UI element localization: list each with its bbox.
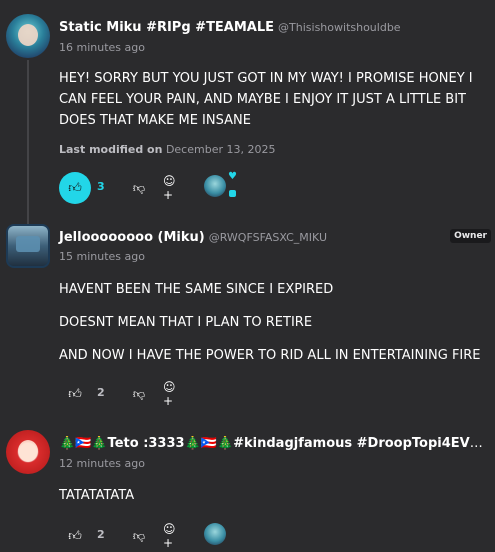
comment-author[interactable]: 🎄🇵🇷🎄Teto :3333🎄🇵🇷🎄#kindagjfamous #DroopT…: [59, 436, 489, 451]
thumbs-down-icon: 👎︎: [132, 528, 146, 543]
dislike-button[interactable]: 👎︎: [129, 178, 149, 198]
dislike-button[interactable]: 👎︎: [129, 384, 149, 404]
comment-author[interactable]: Static Miku #RIPg #TEAMALE: [59, 20, 274, 35]
heart-icon: ♥: [228, 171, 237, 182]
like-count: 2: [97, 528, 105, 541]
like-button[interactable]: 👍︎: [59, 172, 91, 204]
avatar[interactable]: [6, 430, 50, 474]
comment-time: 12 minutes ago: [59, 457, 145, 470]
avatar[interactable]: [6, 224, 50, 268]
add-reaction-icon: ☺+: [163, 380, 176, 408]
comment-handle[interactable]: @Thisishowitshouldbe: [278, 21, 401, 34]
comment-paragraph: HEY! SORRY BUT YOU JUST GOT IN MY WAY! I…: [59, 71, 473, 128]
add-reaction-button[interactable]: ☺+: [163, 174, 183, 202]
comment-handle[interactable]: @RWQFSFASXC_MIKU: [209, 231, 327, 244]
thumbs-up-icon: 👍︎: [68, 528, 82, 544]
comment-paragraph: HAVENT BEEN THE SAME SINCE I EXPIRED: [59, 282, 334, 297]
owner-badge: Owner: [450, 229, 491, 243]
last-modified-date: December 13, 2025: [165, 143, 276, 156]
reaction-avatar[interactable]: [204, 175, 226, 197]
comment-body: TATATATATA: [59, 485, 495, 506]
comment-author[interactable]: Jelloooooooo (Miku): [59, 230, 205, 245]
reaction-avatar[interactable]: [204, 523, 226, 545]
comment-paragraph: TATATATATA: [59, 488, 135, 503]
comment-paragraph: AND NOW I HAVE THE POWER TO RID ALL IN E…: [59, 348, 481, 363]
thumbs-down-icon: 👎︎: [132, 180, 146, 195]
thumbs-down-icon: 👎︎: [132, 386, 146, 401]
add-reaction-icon: ☺+: [163, 522, 176, 550]
comment-time: 15 minutes ago: [59, 250, 145, 263]
avatar[interactable]: [6, 14, 50, 58]
comment-paragraph: DOESNT MEAN THAT I PLAN TO RETIRE: [59, 315, 313, 330]
dislike-button[interactable]: 👎︎: [129, 526, 149, 546]
like-button[interactable]: 👍︎: [59, 378, 91, 410]
last-modified: Last modified on December 13, 2025: [59, 143, 275, 156]
thumbs-up-icon: 👍︎: [68, 386, 82, 402]
last-modified-label: Last modified on: [59, 143, 163, 156]
add-reaction-icon: ☺+: [163, 174, 176, 202]
add-reaction-button[interactable]: ☺+: [163, 522, 183, 550]
reaction-indicator-icon: [229, 190, 236, 197]
like-button[interactable]: 👍︎: [59, 520, 91, 552]
thread-line: [27, 60, 29, 225]
thumbs-up-icon: 👍︎: [68, 180, 82, 196]
like-count: 2: [97, 386, 105, 399]
add-reaction-button[interactable]: ☺+: [163, 380, 183, 408]
comment-body: HEY! SORRY BUT YOU JUST GOT IN MY WAY! I…: [59, 68, 495, 131]
like-count: 3: [97, 180, 105, 193]
comment-body: HAVENT BEEN THE SAME SINCE I EXPIRED DOE…: [59, 279, 495, 366]
comment-time: 16 minutes ago: [59, 41, 145, 54]
